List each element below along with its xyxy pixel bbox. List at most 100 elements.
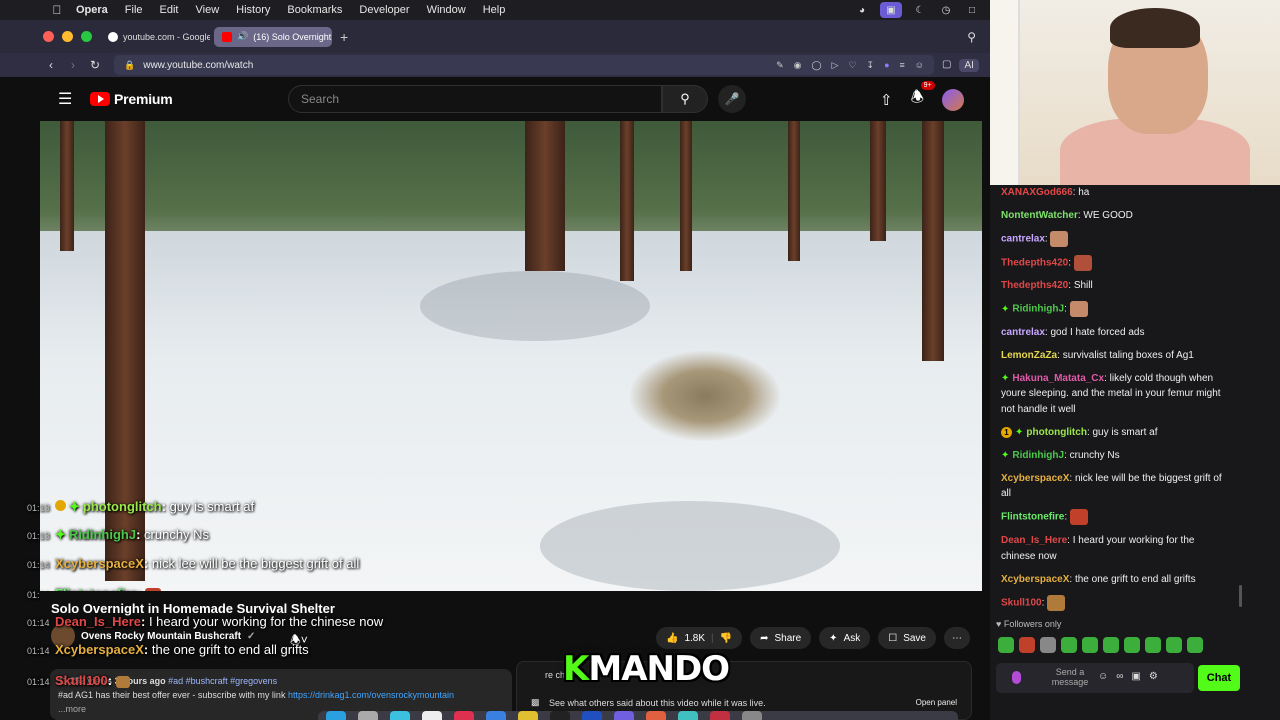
dock-app-icon[interactable] [390, 711, 410, 720]
search-input[interactable]: Search [288, 85, 662, 113]
chat-send-button[interactable]: Chat [1198, 665, 1240, 691]
status-icon[interactable]: ◕ [854, 2, 870, 18]
close-window-button[interactable] [43, 31, 54, 42]
play-icon[interactable]: ▷ [832, 60, 839, 71]
chat-username[interactable]: Hakuna_Matata_Cx [1012, 373, 1104, 384]
dock-app-icon[interactable] [358, 711, 378, 720]
cube-icon[interactable]: ▢ [942, 59, 951, 72]
chat-username[interactable]: cantrelax [1001, 327, 1045, 338]
channel-name[interactable]: Ovens Rocky Mountain Bushcraft [81, 631, 241, 642]
back-button[interactable]: ‹ [40, 58, 62, 72]
emoji-icon[interactable]: ☺ [1098, 671, 1108, 682]
upload-icon[interactable]: ⇧ [880, 91, 893, 109]
chat-username[interactable]: Thedepths420 [1001, 257, 1068, 268]
menu-help[interactable]: Help [483, 4, 506, 16]
chat-username[interactable]: Thedepths420 [1001, 280, 1068, 291]
reload-button[interactable]: ↻ [84, 58, 106, 72]
shield-icon[interactable]: ◯ [811, 60, 821, 71]
dock-app-icon[interactable] [454, 711, 474, 720]
chat-username[interactable]: RidinhighJ [1012, 304, 1064, 315]
new-tab-button[interactable]: + [340, 29, 348, 45]
chat-username[interactable]: LemonZaZa [1001, 350, 1057, 361]
url-text[interactable]: www.youtube.com/watch [143, 60, 253, 71]
menu-edit[interactable]: Edit [160, 4, 179, 16]
tab-youtube[interactable]: 🔊 (16) Solo Overnight [214, 26, 332, 47]
description-link[interactable]: https://drinkag1.com/ovensrockymountain [288, 690, 454, 700]
dock-app-icon[interactable] [742, 711, 762, 720]
chat-username[interactable]: photonglitch [1026, 427, 1087, 438]
share-button[interactable]: ➦ Share [750, 627, 812, 649]
chat-scrollbar[interactable] [1239, 585, 1242, 607]
chat-username[interactable]: RidinhighJ [1012, 450, 1064, 461]
save-button[interactable]: ☐ Save [878, 627, 936, 649]
ask-button[interactable]: ✦ Ask [819, 627, 871, 649]
emote-icon[interactable] [1082, 637, 1098, 653]
download-icon[interactable]: ↧ [867, 60, 875, 71]
menu-window[interactable]: Window [427, 4, 466, 16]
dock-app-icon[interactable] [518, 711, 538, 720]
emote-icon[interactable] [1040, 637, 1056, 653]
like-button[interactable]: 👍 1.8K | 👎 [656, 627, 743, 649]
chat-username[interactable]: XcyberspaceX [1001, 574, 1069, 585]
dock-app-icon[interactable] [326, 711, 346, 720]
emote-icon[interactable] [1187, 637, 1203, 653]
menu-file[interactable]: File [125, 4, 143, 16]
heart-icon[interactable]: ♡ [848, 60, 856, 71]
chat-username[interactable]: cantrelax [1001, 234, 1045, 245]
link-icon[interactable]: ∞ [1116, 671, 1123, 682]
apple-icon[interactable]:  [50, 3, 64, 17]
emote-icon[interactable] [1145, 637, 1161, 653]
dock-app-icon[interactable] [550, 711, 570, 720]
dock-app-icon[interactable] [614, 711, 634, 720]
moon-icon[interactable]: ☾ [912, 2, 928, 18]
chat-input[interactable]: Send a message ☺ ∞ ▣ ⚙ [996, 663, 1194, 693]
voice-search-button[interactable]: 🎤 [718, 85, 746, 113]
speaker-icon[interactable]: 🔊 [237, 31, 248, 42]
maximize-window-button[interactable] [81, 31, 92, 42]
youtube-logo[interactable]: Premium [90, 91, 173, 107]
extension-icon[interactable]: ● [884, 60, 889, 71]
avatar[interactable] [942, 88, 964, 111]
dock-app-icon[interactable] [710, 711, 730, 720]
video-player[interactable] [40, 121, 982, 591]
emote-icon[interactable] [998, 637, 1014, 653]
menu-lines-icon[interactable]: ≡ [900, 60, 905, 71]
chat-username[interactable]: Dean_Is_Here [1001, 535, 1067, 546]
mic-icon[interactable] [1012, 671, 1021, 684]
tab-google[interactable]: youtube.com - Google S [100, 27, 210, 47]
menu-developer[interactable]: Developer [359, 4, 409, 16]
clock-icon[interactable]: ◷ [938, 2, 954, 18]
hamburger-menu-icon[interactable]: ☰ [40, 89, 90, 109]
more-actions-button[interactable]: ⋯ [944, 627, 970, 649]
emote-icon[interactable] [1103, 637, 1119, 653]
chat-username[interactable]: XcyberspaceX [1001, 473, 1069, 484]
minimize-window-button[interactable] [62, 31, 73, 42]
url-field[interactable]: 🔒 www.youtube.com/watch ✎ ◉ ◯ ▷ ♡ ↧ ● ≡ … [114, 55, 934, 75]
profile-icon[interactable]: ☺ [915, 60, 924, 71]
tab-search-icon[interactable]: ⚲ [967, 30, 976, 44]
search-button[interactable]: ⚲ [662, 85, 708, 113]
settings-icon[interactable]: ⚙ [1149, 671, 1158, 682]
dock-app-icon[interactable] [486, 711, 506, 720]
menu-app[interactable]: Opera [76, 4, 108, 16]
hashtags[interactable]: #ad #bushcraft #gregovens [168, 676, 277, 686]
edit-icon[interactable]: ✎ [776, 60, 784, 71]
menu-bookmarks[interactable]: Bookmarks [287, 4, 342, 16]
emote-icon[interactable] [1124, 637, 1140, 653]
dock-app-icon[interactable] [646, 711, 666, 720]
chat-username[interactable]: NontentWatcher [1001, 210, 1078, 221]
lock-icon[interactable]: 🔒 [124, 60, 135, 71]
dock-app-icon[interactable] [582, 711, 602, 720]
emote-icon[interactable] [1019, 637, 1035, 653]
thumbs-down-icon[interactable]: 👎 [720, 633, 732, 644]
camera-icon[interactable]: ◉ [794, 60, 802, 71]
dock-app-icon[interactable] [678, 711, 698, 720]
window-icon[interactable]: □ [964, 2, 980, 18]
menu-history[interactable]: History [236, 4, 270, 16]
menu-view[interactable]: View [196, 4, 220, 16]
bell-icon[interactable]: 🕭 9+ [911, 81, 935, 112]
gift-icon[interactable]: ▣ [1131, 671, 1140, 682]
chat-username[interactable]: XANAXGod666 [1001, 187, 1073, 198]
ai-button[interactable]: AI [959, 58, 979, 72]
chat-username[interactable]: Skull100 [1001, 597, 1042, 608]
